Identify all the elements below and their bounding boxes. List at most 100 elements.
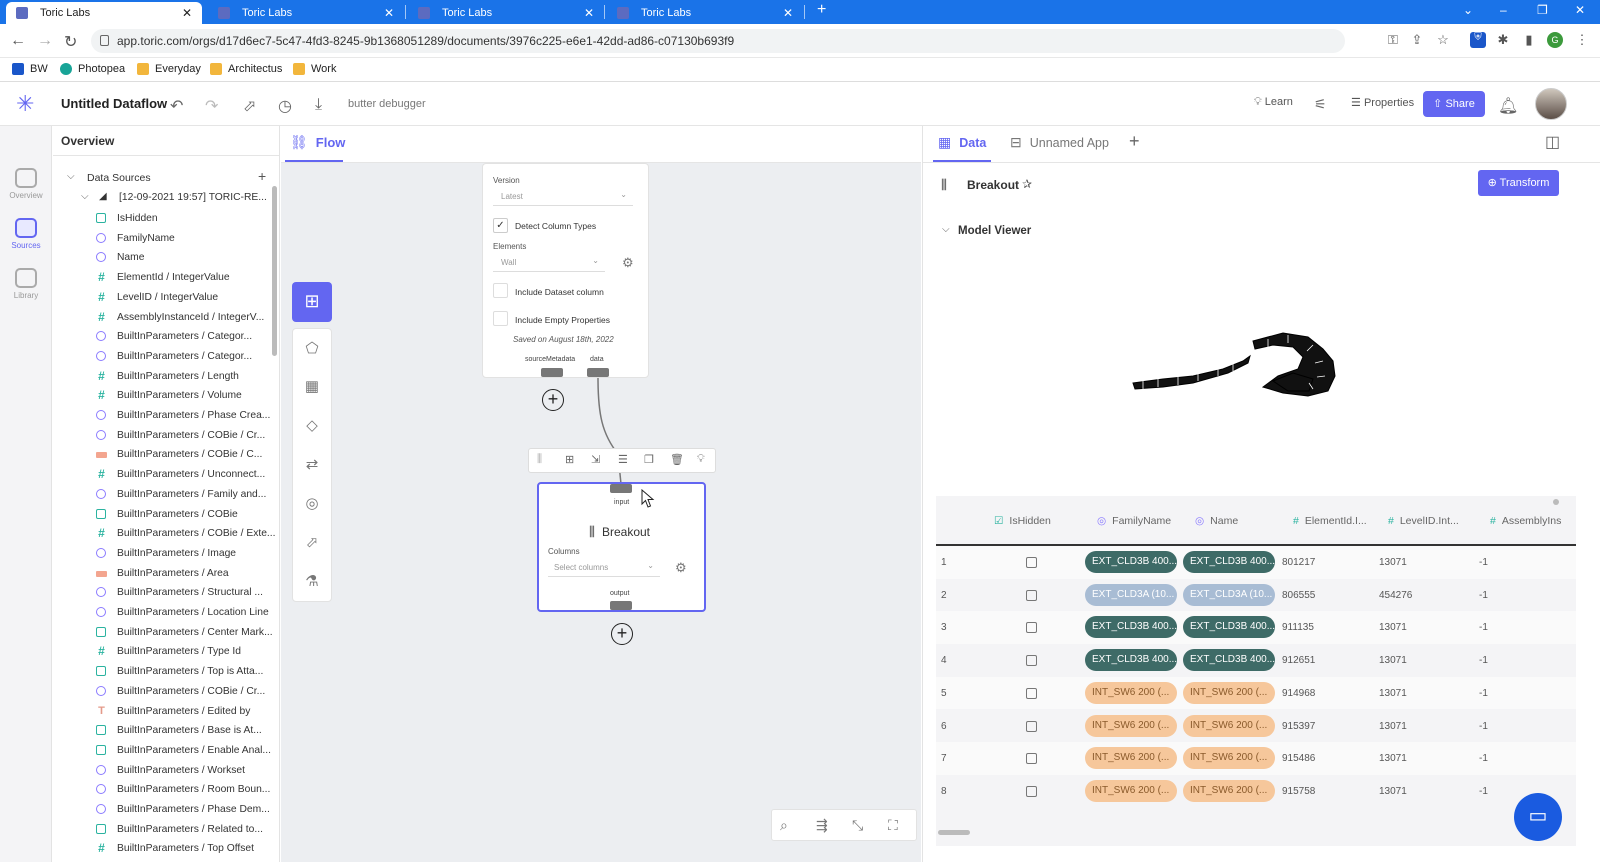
chart-settings-icon[interactable]: ⚟	[1314, 96, 1327, 113]
browser-tab[interactable]: Toric Labs ✕	[208, 2, 404, 24]
chevron-down-icon[interactable]: ⌵	[942, 224, 950, 235]
table-row[interactable]: 1 EXT_CLD3B 400... EXT_CLD3B 400... 801217 1…	[936, 546, 1576, 579]
document-title[interactable]: Untitled Dataflow	[61, 96, 167, 111]
bitwarden-extension-icon[interactable]: ⛨	[1470, 32, 1486, 48]
table-vertical-scrollbar[interactable]	[1553, 499, 1559, 505]
duplicate-icon[interactable]: ❐	[644, 453, 654, 466]
rail-library[interactable]: Library	[0, 268, 52, 300]
gear-icon[interactable]: ⚙	[622, 255, 634, 271]
browser-tab[interactable]: Toric Labs ✕	[408, 2, 604, 24]
forward-icon[interactable]: →	[37, 32, 53, 50]
close-tab-icon[interactable]: ✕	[182, 6, 192, 20]
name-pill[interactable]: EXT_CLD3B 400...	[1183, 649, 1275, 672]
table-row[interactable]: 5 INT_SW6 200 (... INT_SW6 200 (... 914968 1…	[936, 676, 1576, 710]
field-item[interactable]: BuiltInParameters / Image	[53, 545, 279, 565]
name-pill[interactable]: INT_SW6 200 (...	[1183, 714, 1275, 737]
share-page-icon[interactable]: ⇪	[1409, 32, 1425, 48]
ishidden-checkbox[interactable]	[1026, 557, 1037, 568]
column-header[interactable]: ◎ Name	[1195, 515, 1238, 527]
table-row[interactable]: 3 EXT_CLD3B 400... EXT_CLD3B 400... 911135 1…	[936, 611, 1576, 645]
field-item[interactable]: BuiltInParameters / Categor...	[53, 348, 279, 368]
field-item[interactable]: BuiltInParameters / COBie	[53, 506, 279, 526]
input-port[interactable]	[610, 484, 632, 493]
field-item[interactable]: # BuiltInParameters / Volume	[53, 387, 279, 407]
field-item[interactable]: # BuiltInParameters / Unconnect...	[53, 466, 279, 486]
familyname-pill[interactable]: INT_SW6 200 (...	[1085, 779, 1177, 802]
panel-layout-icon[interactable]: ◫	[1545, 132, 1560, 152]
name-pill[interactable]: EXT_CLD3B 400...	[1183, 551, 1275, 573]
lightbulb-icon[interactable]: 💡︎	[697, 453, 705, 466]
new-tab-icon[interactable]: +	[817, 1, 826, 19]
ishidden-checkbox[interactable]	[1026, 720, 1037, 732]
bookmark-star-icon[interactable]: ☆	[1435, 32, 1451, 48]
bookmark-folder-everyday[interactable]: Everyday	[137, 63, 201, 75]
field-item[interactable]: BuiltInParameters / Phase Dem...	[53, 801, 279, 821]
name-pill[interactable]: INT_SW6 200 (...	[1183, 681, 1275, 704]
open-external-icon[interactable]: ⬀	[243, 96, 256, 116]
chart-icon[interactable]: ⊞	[565, 453, 574, 466]
field-item[interactable]: BuiltInParameters / COBie / Cr...	[53, 683, 279, 703]
share-button[interactable]: ⇧ Share	[1423, 91, 1485, 117]
familyname-pill[interactable]: EXT_CLD3B 400...	[1085, 649, 1177, 672]
name-pill[interactable]: INT_SW6 200 (...	[1183, 779, 1275, 802]
include-dataset-checkbox[interactable]	[493, 283, 508, 298]
user-avatar[interactable]	[1535, 88, 1567, 120]
tab-unnamed-app[interactable]: ⊟ Unnamed App	[1010, 134, 1109, 151]
toric-logo-icon[interactable]: ✳	[16, 93, 38, 115]
redo-icon[interactable]: ↷	[205, 96, 218, 116]
settings-sliders-icon[interactable]: ☰	[618, 453, 628, 466]
close-tab-icon[interactable]: ✕	[584, 6, 594, 20]
sidebar-scrollbar[interactable]	[272, 186, 277, 356]
ishidden-checkbox[interactable]	[1026, 589, 1037, 601]
include-empty-checkbox[interactable]	[493, 311, 508, 326]
chevron-down-icon[interactable]: ⌵	[81, 191, 89, 202]
sidepanel-icon[interactable]: ▮	[1521, 32, 1537, 48]
tab-data[interactable]: ▦ Data	[938, 134, 986, 151]
field-item[interactable]: BuiltInParameters / COBie / Cr...	[53, 427, 279, 447]
fullscreen-icon[interactable]: ⛶	[888, 817, 898, 834]
table-row[interactable]: 6 INT_SW6 200 (... INT_SW6 200 (... 915397 1…	[936, 709, 1576, 743]
download-icon[interactable]: ⤓	[315, 96, 322, 114]
back-icon[interactable]: ←	[10, 32, 26, 50]
history-icon[interactable]: ◷	[278, 96, 292, 116]
column-header[interactable]: ☑ IsHidden	[994, 515, 1051, 527]
close-tab-icon[interactable]: ✕	[783, 6, 793, 20]
field-item[interactable]: # AssemblyInstanceId / IntegerV...	[53, 309, 279, 329]
field-item[interactable]: BuiltInParameters / COBie / C...	[53, 446, 279, 466]
field-item[interactable]: BuiltInParameters / Room Boun...	[53, 781, 279, 801]
key-icon[interactable]: ⚿	[1385, 32, 1401, 48]
pin-icon[interactable]: ✰	[1022, 177, 1032, 191]
rail-overview[interactable]: Overview	[0, 168, 52, 200]
tab-search-icon[interactable]: ⌄	[1463, 3, 1473, 17]
source-node[interactable]: Version Latest ⌄ ✓ Detect Column Types El…	[482, 163, 649, 378]
zoom-fit-icon[interactable]: ⌕	[780, 817, 788, 834]
ishidden-checkbox[interactable]	[1026, 753, 1037, 765]
ishidden-checkbox[interactable]	[1026, 687, 1037, 699]
window-close-icon[interactable]: ✕	[1575, 3, 1585, 17]
chat-support-button[interactable]: ▭	[1514, 793, 1562, 841]
close-tab-icon[interactable]: ✕	[384, 6, 394, 20]
bookmark-photopea[interactable]: Photopea	[60, 63, 125, 75]
auto-layout-icon[interactable]: ⇶	[816, 817, 828, 834]
field-item[interactable]: # BuiltInParameters / Length	[53, 368, 279, 388]
field-item[interactable]: Name	[53, 249, 279, 269]
columns-select[interactable]: Select columns ⌄	[548, 559, 660, 577]
minimize-view-icon[interactable]: ⤡	[852, 817, 863, 834]
field-item[interactable]: T BuiltInParameters / Edited by	[53, 703, 279, 723]
familyname-pill[interactable]: EXT_CLD3A (10...	[1085, 583, 1177, 606]
browser-menu-icon[interactable]: ⋮	[1574, 32, 1590, 48]
diamond-tool-icon[interactable]: ◇	[292, 407, 332, 445]
table-row[interactable]: 2 EXT_CLD3A (10... EXT_CLD3A (10... 806555 4…	[936, 578, 1576, 612]
transform-tool-icon[interactable]: ⇄	[292, 446, 332, 484]
name-pill[interactable]: INT_SW6 200 (...	[1183, 747, 1275, 770]
field-item[interactable]: # LevelID / IntegerValue	[53, 289, 279, 309]
field-item[interactable]: # ElementId / IntegerValue	[53, 269, 279, 289]
add-source-icon[interactable]: +	[258, 168, 266, 184]
column-header[interactable]: ◎ FamilyName	[1097, 515, 1171, 527]
extensions-icon[interactable]: ✱	[1495, 32, 1511, 48]
column-header[interactable]: # LevelID.Int...	[1388, 515, 1459, 527]
familyname-pill[interactable]: EXT_CLD3B 400...	[1085, 551, 1177, 573]
field-item[interactable]: BuiltInParameters / Structural ...	[53, 584, 279, 604]
field-item[interactable]: FamilyName	[53, 230, 279, 250]
model-viewer-3d[interactable]	[1123, 321, 1353, 406]
